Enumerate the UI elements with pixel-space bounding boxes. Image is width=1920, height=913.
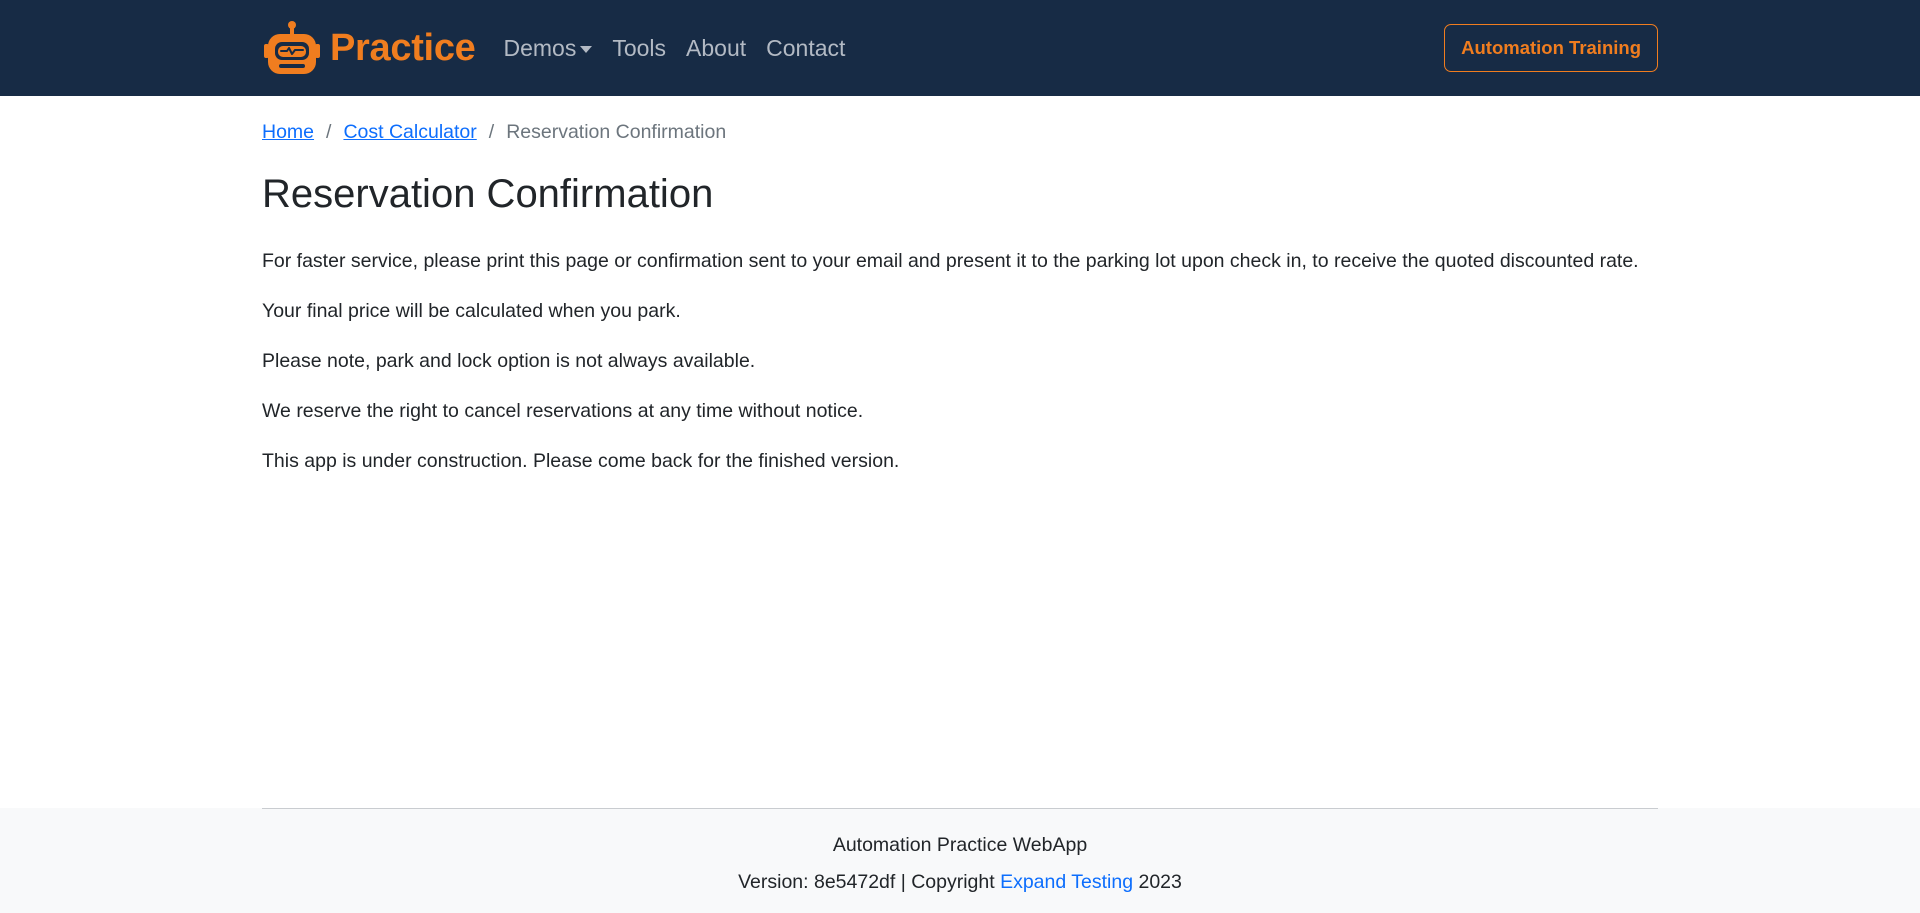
- footer: Automation Practice WebApp Version: 8e54…: [0, 808, 1920, 913]
- brand-link[interactable]: Practice: [262, 20, 476, 76]
- breadcrumb-home[interactable]: Home: [262, 121, 314, 144]
- caret-down-icon: [580, 45, 593, 53]
- breadcrumb: Home / Cost Calculator / Reservation Con…: [262, 121, 1658, 144]
- nav-links: Demos Tools About Contact: [493, 35, 855, 62]
- robot-logo-icon: [264, 21, 320, 74]
- paragraph-final-price: Your final price will be calculated when…: [262, 300, 681, 322]
- breadcrumb-current: Reservation Confirmation: [506, 121, 727, 143]
- paragraph-cancel-rights: We reserve the right to cancel reservati…: [262, 400, 864, 422]
- page-title: Reservation Confirmation: [262, 172, 714, 216]
- top-navbar: Practice Demos Tools About Contact Autom…: [0, 0, 1920, 96]
- paragraph-park-lock-note: Please note, park and lock option is not…: [262, 350, 756, 372]
- paragraph-print-instructions: For faster service, please print this pa…: [262, 250, 1639, 272]
- nav-tools[interactable]: Tools: [612, 35, 666, 62]
- main-content: Home / Cost Calculator / Reservation Con…: [262, 96, 1658, 476]
- nav-demos-label: Demos: [503, 34, 577, 61]
- breadcrumb-separator: /: [488, 121, 495, 143]
- automation-training-button[interactable]: Automation Training: [1444, 24, 1658, 72]
- paragraph-under-construction: This app is under construction. Please c…: [262, 450, 900, 472]
- breadcrumb-cost-calculator[interactable]: Cost Calculator: [343, 121, 476, 144]
- footer-expand-testing-link[interactable]: Expand Testing: [1000, 871, 1133, 893]
- brand-name: Practice: [330, 26, 476, 69]
- breadcrumb-separator: /: [326, 121, 332, 143]
- nav-contact[interactable]: Contact: [766, 35, 845, 62]
- navbar-container: Practice Demos Tools About Contact Autom…: [262, 0, 1658, 96]
- footer-version: Version: 8e5472df | Copyright: [738, 871, 1001, 893]
- nav-about[interactable]: About: [686, 35, 746, 62]
- footer-version-line: Version: 8e5472df | Copyright Expand Tes…: [0, 871, 1920, 894]
- nav-demos-dropdown[interactable]: Demos: [503, 34, 593, 62]
- footer-divider: [262, 808, 1658, 809]
- footer-app-name: Automation Practice WebApp: [832, 834, 1088, 856]
- footer-year: 2023: [1133, 871, 1182, 893]
